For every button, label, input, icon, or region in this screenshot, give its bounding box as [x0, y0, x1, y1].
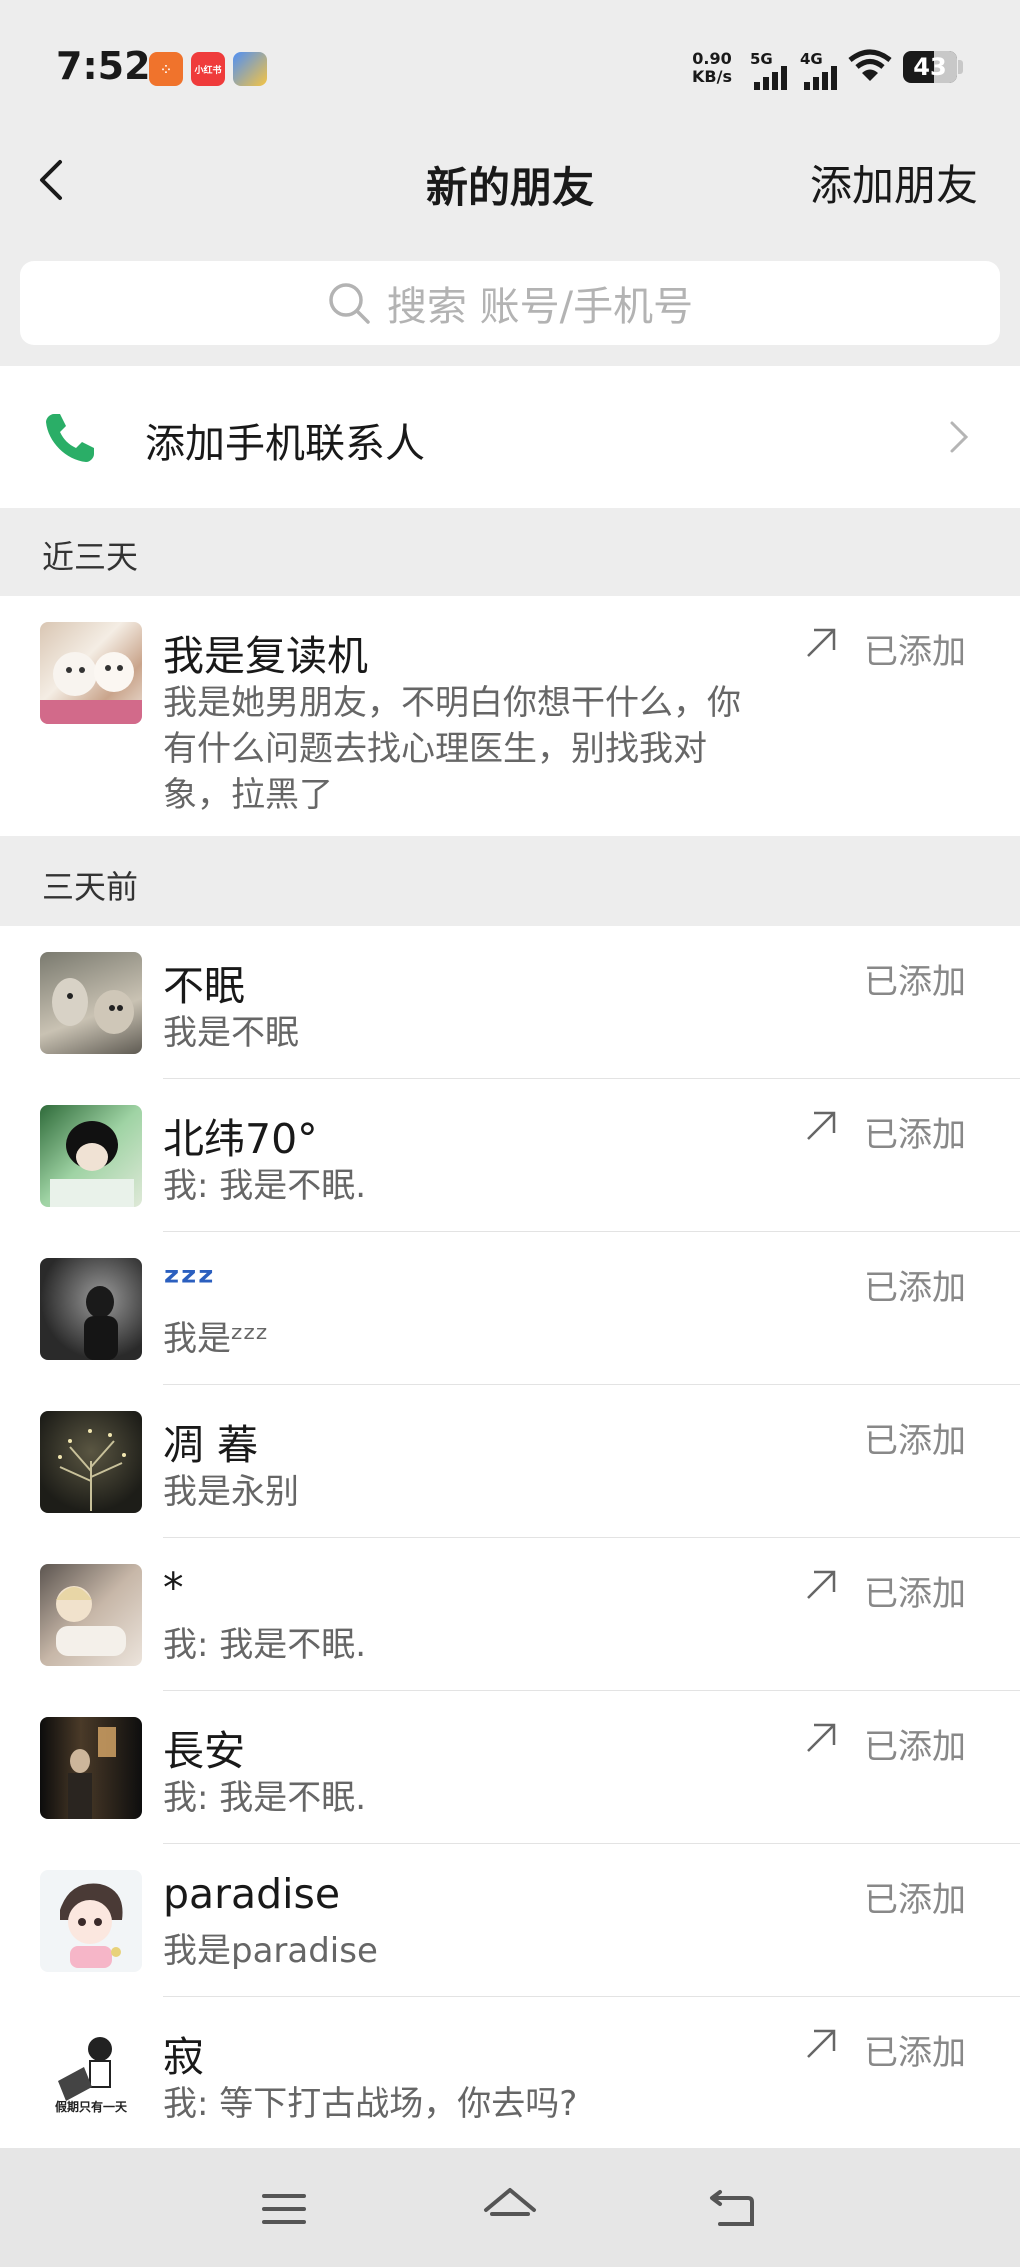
avatar — [40, 952, 142, 1054]
section-label-earlier: 三天前 — [42, 868, 139, 906]
list-item[interactable]: paradise 我是paradise 已添加 — [0, 1844, 1020, 1997]
contact-name: 北纬70° — [163, 1115, 318, 1163]
added-status: 已添加 — [864, 632, 966, 672]
add-phone-contacts-row[interactable]: 添加手机联系人 — [0, 366, 1020, 508]
arrow-up-right-icon — [807, 628, 836, 657]
added-status: 已添加 — [864, 962, 966, 1002]
list-item[interactable]: 我是复读机 我是她男朋友，不明白你想干什么，你有什么问题去找心理医生，别找我对象… — [0, 596, 1020, 836]
list-item[interactable]: ᶻᶻᶻ 我是ᶻᶻᶻ 已添加 — [0, 1232, 1020, 1385]
contact-name: 長安 — [163, 1727, 245, 1775]
contact-name: 寂 — [163, 2033, 204, 2081]
avatar — [40, 1564, 142, 1666]
avatar — [40, 622, 142, 724]
contact-message: 我: 我是不眠. — [163, 1778, 367, 1818]
arrow-up-right-icon — [807, 2029, 836, 2058]
contact-name: ᶻᶻᶻ — [163, 1258, 215, 1306]
search-icon — [329, 283, 370, 324]
section-label-recent: 近三天 — [42, 538, 139, 576]
section-header: 近三天 — [0, 508, 1020, 596]
clock: 7:52 — [56, 44, 151, 88]
contact-message: 我: 我是不眠. — [163, 1166, 367, 1206]
app-notification-icon: ⁘ — [149, 52, 183, 86]
battery-tip — [958, 60, 963, 74]
back-icon[interactable] — [708, 2184, 764, 2234]
contact-message: 我是不眠 — [163, 1013, 299, 1053]
added-status: 已添加 — [864, 1115, 966, 1155]
battery-icon: 43 — [903, 51, 957, 83]
avatar — [40, 1717, 142, 1819]
avatar — [40, 1870, 142, 1972]
net-speed: 0.90 KB/s — [692, 50, 732, 86]
avatar — [40, 1258, 142, 1360]
search-placeholder: 搜索 账号/手机号 — [386, 284, 694, 330]
contact-message: 我是ᶻᶻᶻ — [163, 1319, 269, 1359]
contact-name: paradise — [163, 1870, 341, 1918]
arrow-up-right-icon — [807, 1111, 836, 1140]
added-status: 已添加 — [864, 1268, 966, 1308]
list-item[interactable]: 長安 我: 我是不眠. 已添加 — [0, 1691, 1020, 1844]
contact-name: 凋 萶 — [163, 1421, 259, 1469]
avatar: 假期只有一天 — [40, 2023, 142, 2125]
status-bar: 7:52 ⁘ 小红书 0.90 KB/s 5G 4G 43 — [0, 0, 1020, 130]
added-status: 已添加 — [864, 1574, 966, 1614]
contact-name: 我是复读机 — [163, 632, 368, 680]
battery-level: 43 — [913, 53, 947, 81]
contact-message: 我是她男朋友，不明白你想干什么，你有什么问题去找心理医生，别找我对象，拉黑了 — [163, 683, 741, 815]
list-item[interactable]: 北纬70° 我: 我是不眠. 已添加 — [0, 1079, 1020, 1232]
avatar-caption: 假期只有一天 — [54, 2100, 127, 2114]
contact-message: 我: 等下打古战场，你去吗? — [163, 2084, 578, 2124]
nav-header: 新的朋友 添加朋友 — [0, 130, 1020, 230]
avatar — [40, 1411, 142, 1513]
added-status: 已添加 — [864, 1727, 966, 1767]
net-speed-value: 0.90 — [692, 49, 732, 68]
section-header: 三天前 — [0, 836, 1020, 926]
xiaohongshu-icon: 小红书 — [191, 52, 225, 86]
contact-name: 不眠 — [163, 962, 245, 1010]
notification-icons: ⁘ 小红书 — [149, 52, 267, 86]
add-phone-contacts-label: 添加手机联系人 — [145, 421, 425, 467]
list-item[interactable]: 凋 萶 我是永别 已添加 — [0, 1385, 1020, 1538]
list-item[interactable]: 假期只有一天 寂 我: 等下打古战场，你去吗? 已添加 — [0, 1997, 1020, 2148]
contact-name: * — [163, 1564, 184, 1612]
avatar — [40, 1105, 142, 1207]
arrow-up-right-icon — [807, 1570, 836, 1599]
phone-icon — [46, 414, 94, 462]
contact-message: 我是paradise — [163, 1931, 378, 1971]
contact-message: 我: 我是不眠. — [163, 1625, 367, 1665]
added-status: 已添加 — [864, 2033, 966, 2073]
contact-message: 我是永别 — [163, 1472, 299, 1512]
chevron-right-icon — [950, 421, 969, 453]
arrow-up-right-icon — [807, 1723, 836, 1752]
net-speed-unit: KB/s — [692, 67, 732, 86]
home-icon[interactable] — [482, 2184, 538, 2234]
system-nav-bar — [0, 2148, 1020, 2267]
search-input[interactable]: 搜索 账号/手机号 — [20, 261, 1000, 345]
list-item[interactable]: 不眠 我是不眠 已添加 — [0, 926, 1020, 1079]
app-notification-icon — [233, 52, 267, 86]
list-item[interactable]: * 我: 我是不眠. 已添加 — [0, 1538, 1020, 1691]
add-friend-button[interactable]: 添加朋友 — [810, 152, 978, 213]
menu-icon[interactable] — [256, 2184, 312, 2234]
added-status: 已添加 — [864, 1880, 966, 1920]
added-status: 已添加 — [864, 1421, 966, 1461]
wifi-icon — [848, 49, 892, 81]
